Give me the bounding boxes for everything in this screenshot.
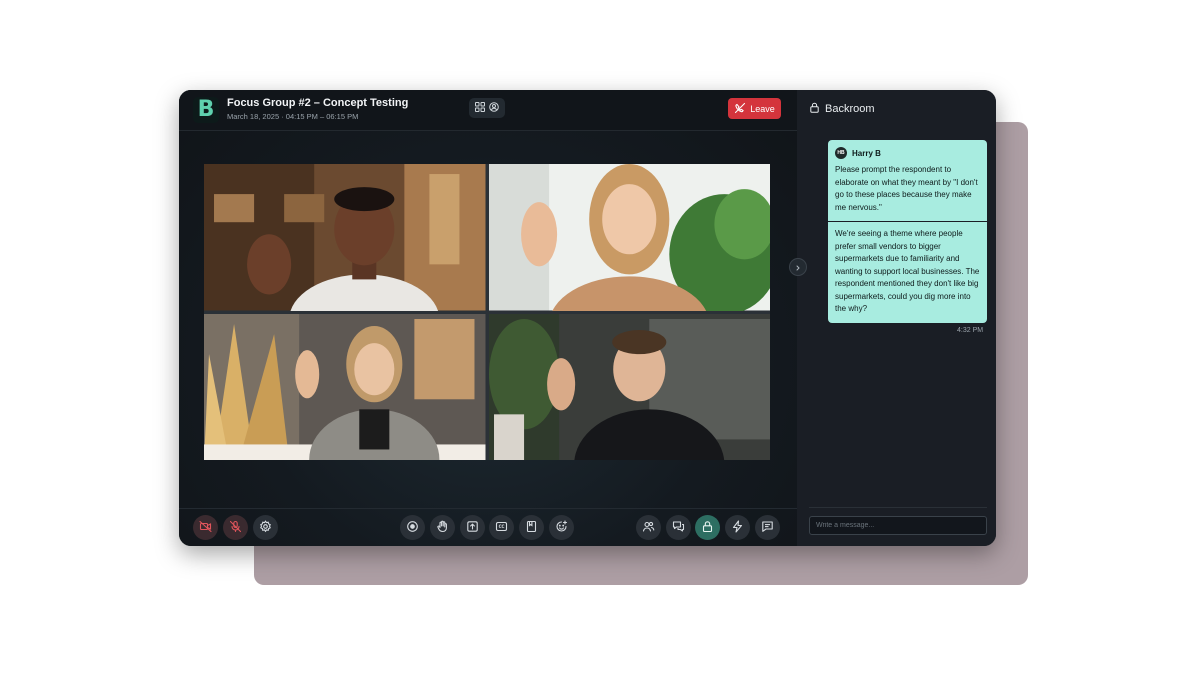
chat-icon: [672, 520, 685, 536]
notes-icon: [525, 520, 538, 536]
backroom-button[interactable]: [695, 515, 720, 540]
app-logo: B: [193, 97, 219, 123]
mic-off-icon: [229, 520, 242, 536]
share-screen-icon: [466, 520, 479, 536]
chat-message: HB Harry B Please prompt the respondent …: [828, 140, 987, 323]
view-toggle: [469, 98, 505, 118]
share-screen-button[interactable]: [460, 515, 485, 540]
sidebar-header: Backroom: [809, 102, 875, 116]
quick-actions-icon: [731, 519, 744, 536]
lock-icon: [809, 102, 820, 116]
meeting-title: Focus Group #2 – Concept Testing: [227, 97, 409, 109]
captions-icon: CC: [495, 520, 508, 536]
message-input[interactable]: [809, 516, 987, 535]
video-area: B Focus Group #2 – Concept Testing March…: [179, 90, 797, 546]
participants-icon: [642, 520, 655, 536]
notes-button[interactable]: [519, 515, 544, 540]
message-button[interactable]: [755, 515, 780, 540]
camera-off-button[interactable]: [193, 515, 218, 540]
message-text: We're seeing a theme where people prefer…: [835, 229, 980, 313]
participant-video-3[interactable]: [204, 313, 486, 460]
video-grid: [204, 164, 770, 460]
participants-button[interactable]: [636, 515, 661, 540]
avatar: HB: [835, 147, 847, 159]
user-circle-icon[interactable]: [489, 99, 499, 117]
message-timestamp: 4:32 PM: [957, 327, 984, 334]
raise-hand-icon: [436, 520, 449, 536]
divider: [809, 507, 987, 508]
chevron-right-icon: [795, 258, 801, 276]
settings-button[interactable]: [253, 515, 278, 540]
participant-video-4[interactable]: [488, 313, 770, 460]
meeting-datetime: March 18, 2025 · 04:15 PM – 06:15 PM: [227, 112, 359, 121]
mic-off-button[interactable]: [223, 515, 248, 540]
meeting-header: B Focus Group #2 – Concept Testing March…: [179, 90, 797, 131]
record-icon: [406, 520, 419, 536]
message-icon: [761, 520, 774, 536]
message-text: Please prompt the respondent to elaborat…: [835, 165, 978, 212]
meeting-window: B Focus Group #2 – Concept Testing March…: [179, 90, 996, 546]
svg-text:CC: CC: [499, 524, 505, 529]
message-header: HB Harry B: [828, 140, 987, 159]
participant-video-1[interactable]: [204, 164, 486, 311]
backroom-lock-icon: [701, 520, 714, 536]
grid-icon[interactable]: [475, 99, 485, 117]
captions-button[interactable]: CC: [489, 515, 514, 540]
leave-label: Leave: [750, 103, 775, 114]
record-button[interactable]: [400, 515, 425, 540]
participant-video-2[interactable]: [488, 164, 770, 311]
sidebar-title: Backroom: [825, 103, 875, 115]
message-sender: Harry B: [852, 148, 881, 158]
phone-off-icon: [734, 102, 746, 116]
camera-off-icon: [199, 520, 212, 536]
leave-button[interactable]: Leave: [728, 98, 781, 119]
quick-actions-button[interactable]: [725, 515, 750, 540]
backroom-sidebar: Backroom HB Harry B Please prompt the re…: [797, 90, 996, 546]
reactions-icon: [555, 519, 568, 536]
expand-sidebar-button[interactable]: [789, 258, 807, 276]
chat-button[interactable]: [666, 515, 691, 540]
meeting-toolbar: CC: [179, 508, 797, 546]
raise-hand-button[interactable]: [430, 515, 455, 540]
settings-icon: [259, 519, 272, 536]
reactions-button[interactable]: [549, 515, 574, 540]
